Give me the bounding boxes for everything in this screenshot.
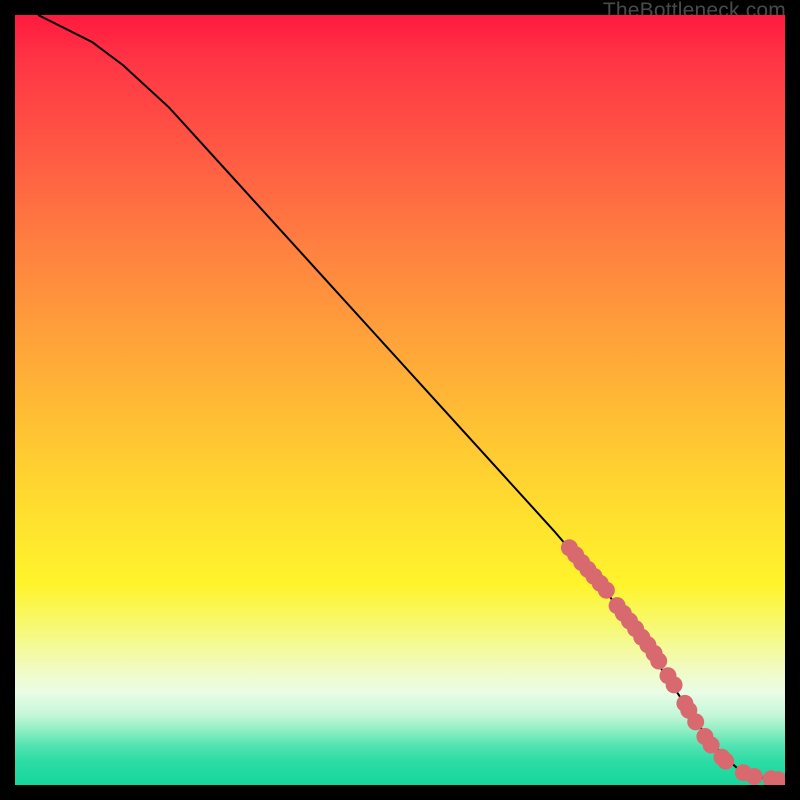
curve-line xyxy=(38,15,785,780)
data-marker xyxy=(598,582,615,599)
chart-svg xyxy=(15,15,785,785)
data-marker xyxy=(717,753,734,770)
plot-area xyxy=(15,15,785,785)
marker-layer xyxy=(561,539,785,785)
data-marker xyxy=(687,713,704,730)
data-marker xyxy=(666,676,683,693)
data-marker xyxy=(650,653,667,670)
data-marker xyxy=(746,768,763,785)
chart-stage: TheBottleneck.com xyxy=(0,0,800,800)
